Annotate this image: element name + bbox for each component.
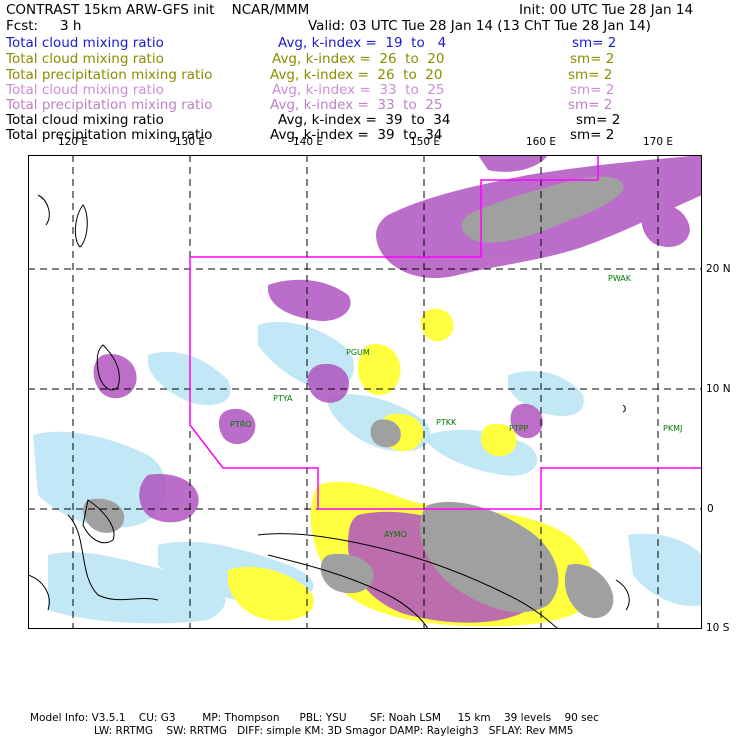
model-physics: LW: RRTMG SW: RRTMG DIFF: simple KM: 3D … [94, 725, 574, 737]
legend-avg: Avg, k-index = 33 to 25 [272, 82, 445, 98]
map-title: CONTRAST 15km ARW-GFS init NCAR/MMM [6, 2, 310, 18]
lon-label: 130 E [175, 136, 206, 148]
station-label: PGUM [346, 348, 370, 357]
lon-label: 170 E [643, 136, 674, 148]
station-label: PTYA [273, 394, 293, 403]
lon-label: 160 E [526, 136, 557, 148]
legend-sm: sm= 2 [576, 112, 621, 128]
legend-field: Total cloud mixing ratio [6, 82, 164, 98]
lon-label: 140 E [293, 136, 324, 148]
legend-sm: sm= 2 [568, 67, 613, 83]
legend-sm: sm= 2 [570, 127, 615, 143]
legend-avg: Avg, k-index = 26 to 20 [270, 67, 443, 83]
lat-label: 20 N [706, 263, 731, 275]
legend-sm: sm= 2 [570, 51, 615, 67]
legend-avg: Avg, k-index = 26 to 20 [272, 51, 445, 67]
legend-avg: Avg, k-index = 39 to 34 [278, 112, 451, 128]
lat-label: 0 [707, 503, 714, 515]
init-time: Init: 00 UTC Tue 28 Jan 14 [519, 2, 694, 18]
station-label: AYMO [384, 530, 407, 539]
legend-field: Total cloud mixing ratio [6, 35, 164, 51]
station-label: PTKK [436, 418, 457, 427]
legend-field: Total precipitation mixing ratio [6, 67, 213, 83]
legend-field: Total precipitation mixing ratio [6, 97, 213, 113]
lon-label: 120 E [58, 136, 89, 148]
forecast-label: Fcst: [6, 18, 39, 34]
lon-label: 150 E [410, 136, 441, 148]
station-label: PKMJ [663, 424, 682, 433]
legend-avg: Avg, k-index = 19 to 4 [278, 35, 447, 51]
legend-sm: sm= 2 [568, 97, 613, 113]
legend-sm: sm= 2 [572, 35, 617, 51]
lat-label: 10 S [706, 622, 730, 634]
forecast-hour: 3 h [60, 18, 82, 34]
station-label: PWAK [608, 274, 632, 283]
lat-label: 10 N [706, 383, 731, 395]
legend-field: Total cloud mixing ratio [6, 112, 164, 128]
station-label: PTPP [509, 424, 529, 433]
valid-time: Valid: 03 UTC Tue 28 Jan 14 (13 ChT Tue … [308, 18, 651, 34]
legend-field: Total cloud mixing ratio [6, 51, 164, 67]
model-info: Model Info: V3.5.1 CU: G3 MP: Thompson P… [30, 712, 599, 724]
legend-avg: Avg, k-index = 33 to 25 [270, 97, 443, 113]
legend-sm: sm= 2 [570, 82, 615, 98]
station-label: PTRO [230, 420, 252, 429]
forecast-map: PGUM PTYA PTRO PTKK PTPP PKMJ PWAK AYMO [28, 155, 702, 629]
